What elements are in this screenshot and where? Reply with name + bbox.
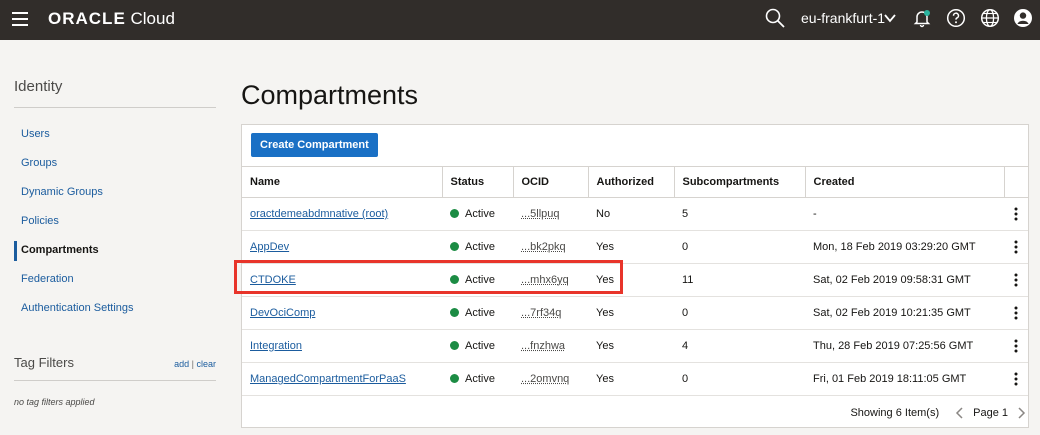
subcompartments-value: 5 [674,197,805,231]
column-header-created[interactable]: Created [805,166,1005,198]
tag-filters-empty-text: no tag filters applied [14,397,95,407]
row-actions-menu-icon[interactable] [1004,296,1028,330]
subcompartments-value: 0 [674,296,805,330]
item-count: Showing 6 Item(s) [850,407,940,419]
column-header-ocid[interactable]: OCID [513,166,589,198]
help-icon[interactable] [946,8,966,28]
created-value: Mon, 18 Feb 2019 03:29:20 GMT [805,230,1004,264]
table-row: ManagedCompartmentForPaaS Active ...2omv… [242,362,1028,396]
compartment-name-link[interactable]: Integration [250,340,302,352]
row-actions-menu-icon[interactable] [1004,362,1028,396]
status-text: Active [465,373,495,385]
page-title: Compartments [241,80,419,110]
authorized-value: Yes [588,230,674,264]
column-header-actions [1004,166,1028,198]
sidebar-nav: Users Groups Dynamic Groups Policies Com… [14,120,216,323]
tag-filter-separator: | [191,359,194,369]
row-actions-menu-icon[interactable] [1004,197,1028,231]
created-value: - [805,197,1004,231]
top-bar: ORACLE Cloud eu-frankfurt-1 [0,0,1040,40]
tag-filter-clear-link[interactable]: clear [196,359,216,369]
sidebar-item-dynamic-groups[interactable]: Dynamic Groups [14,178,216,207]
created-value: Thu, 28 Feb 2019 07:25:56 GMT [805,329,1004,363]
oracle-cloud-logo[interactable]: ORACLE Cloud [48,8,175,30]
column-header-authorized[interactable]: Authorized [588,166,675,198]
subcompartments-value: 0 [674,230,805,264]
authorized-value: Yes [588,362,674,396]
ocid-link[interactable]: ...5llpuq [521,208,560,220]
compartment-name-link[interactable]: DevOciComp [250,307,315,319]
sidebar-item-groups[interactable]: Groups [14,149,216,178]
status-active-icon [450,374,459,383]
subcompartments-value: 0 [674,362,805,396]
compartment-name-link[interactable]: AppDev [250,241,289,253]
tag-filter-add-link[interactable]: add [174,359,189,369]
sidebar-item-policies[interactable]: Policies [14,207,216,236]
highlight-annotation [234,260,623,294]
row-actions-menu-icon[interactable] [1004,329,1028,363]
created-value: Sat, 02 Feb 2019 09:58:31 GMT [805,263,1004,297]
table-footer: Showing 6 Item(s) Page 1 [850,401,1028,425]
status-active-icon [450,209,459,218]
status-text: Active [465,340,495,352]
created-value: Sat, 02 Feb 2019 10:21:35 GMT [805,296,1004,330]
row-actions-menu-icon[interactable] [1004,230,1028,264]
sidebar-item-authentication-settings[interactable]: Authentication Settings [14,294,216,323]
status-active-icon [450,308,459,317]
table-row: AppDev Active ...bk2pkq Yes 0 Mon, 18 Fe… [242,230,1028,264]
chevron-right-icon[interactable] [1014,406,1028,420]
chevron-down-icon[interactable] [884,12,896,24]
column-header-subcompartments[interactable]: Subcompartments [674,166,806,198]
row-actions-menu-icon[interactable] [1004,263,1028,297]
tag-filters-title: Tag Filters [14,355,74,370]
status-text: Active [465,208,495,220]
ocid-link[interactable]: ...fnzhwa [521,340,565,352]
status-active-icon [450,242,459,251]
table-row: DevOciComp Active ...7rf34q Yes 0 Sat, 0… [242,296,1028,330]
compartment-name-link[interactable]: ManagedCompartmentForPaaS [250,373,406,385]
ocid-link[interactable]: ...2omvnq [521,373,569,385]
menu-icon[interactable] [12,12,28,26]
region-selector[interactable]: eu-frankfurt-1 [801,10,885,26]
chevron-left-icon[interactable] [953,406,967,420]
status-text: Active [465,241,495,253]
create-compartment-button[interactable]: Create Compartment [251,133,378,157]
table-row: Integration Active ...fnzhwa Yes 4 Thu, … [242,329,1028,363]
ocid-link[interactable]: ...7rf34q [521,307,561,319]
subcompartments-value: 4 [674,329,805,363]
globe-icon[interactable] [980,8,1000,28]
authorized-value: No [588,197,674,231]
sidebar-item-federation[interactable]: Federation [14,265,216,294]
tag-filters: Tag Filters add | clear no tag filters a… [14,355,216,407]
status-active-icon [450,341,459,350]
sidebar-item-users[interactable]: Users [14,120,216,149]
authorized-value: Yes [588,329,674,363]
table-header-row: Name Status OCID Authorized Subcompartme… [242,166,1028,198]
column-header-status[interactable]: Status [442,166,514,198]
sidebar-item-compartments[interactable]: Compartments [14,236,216,265]
ocid-link[interactable]: ...bk2pkq [521,241,566,253]
subcompartments-value: 11 [674,263,805,297]
compartment-name-link[interactable]: oractdemeabdmnative (root) [250,208,388,220]
page-indicator: Page 1 [973,407,1008,419]
created-value: Fri, 01 Feb 2019 18:11:05 GMT [805,362,1004,396]
column-header-name[interactable]: Name [242,166,443,198]
user-icon[interactable] [1013,8,1033,28]
bell-icon[interactable] [912,8,932,28]
sidebar: Identity Users Groups Dynamic Groups Pol… [14,78,216,323]
search-icon[interactable] [764,7,786,29]
sidebar-title: Identity [14,78,216,108]
authorized-value: Yes [588,296,674,330]
status-text: Active [465,307,495,319]
table-row: oractdemeabdmnative (root) Active ...5ll… [242,197,1028,231]
